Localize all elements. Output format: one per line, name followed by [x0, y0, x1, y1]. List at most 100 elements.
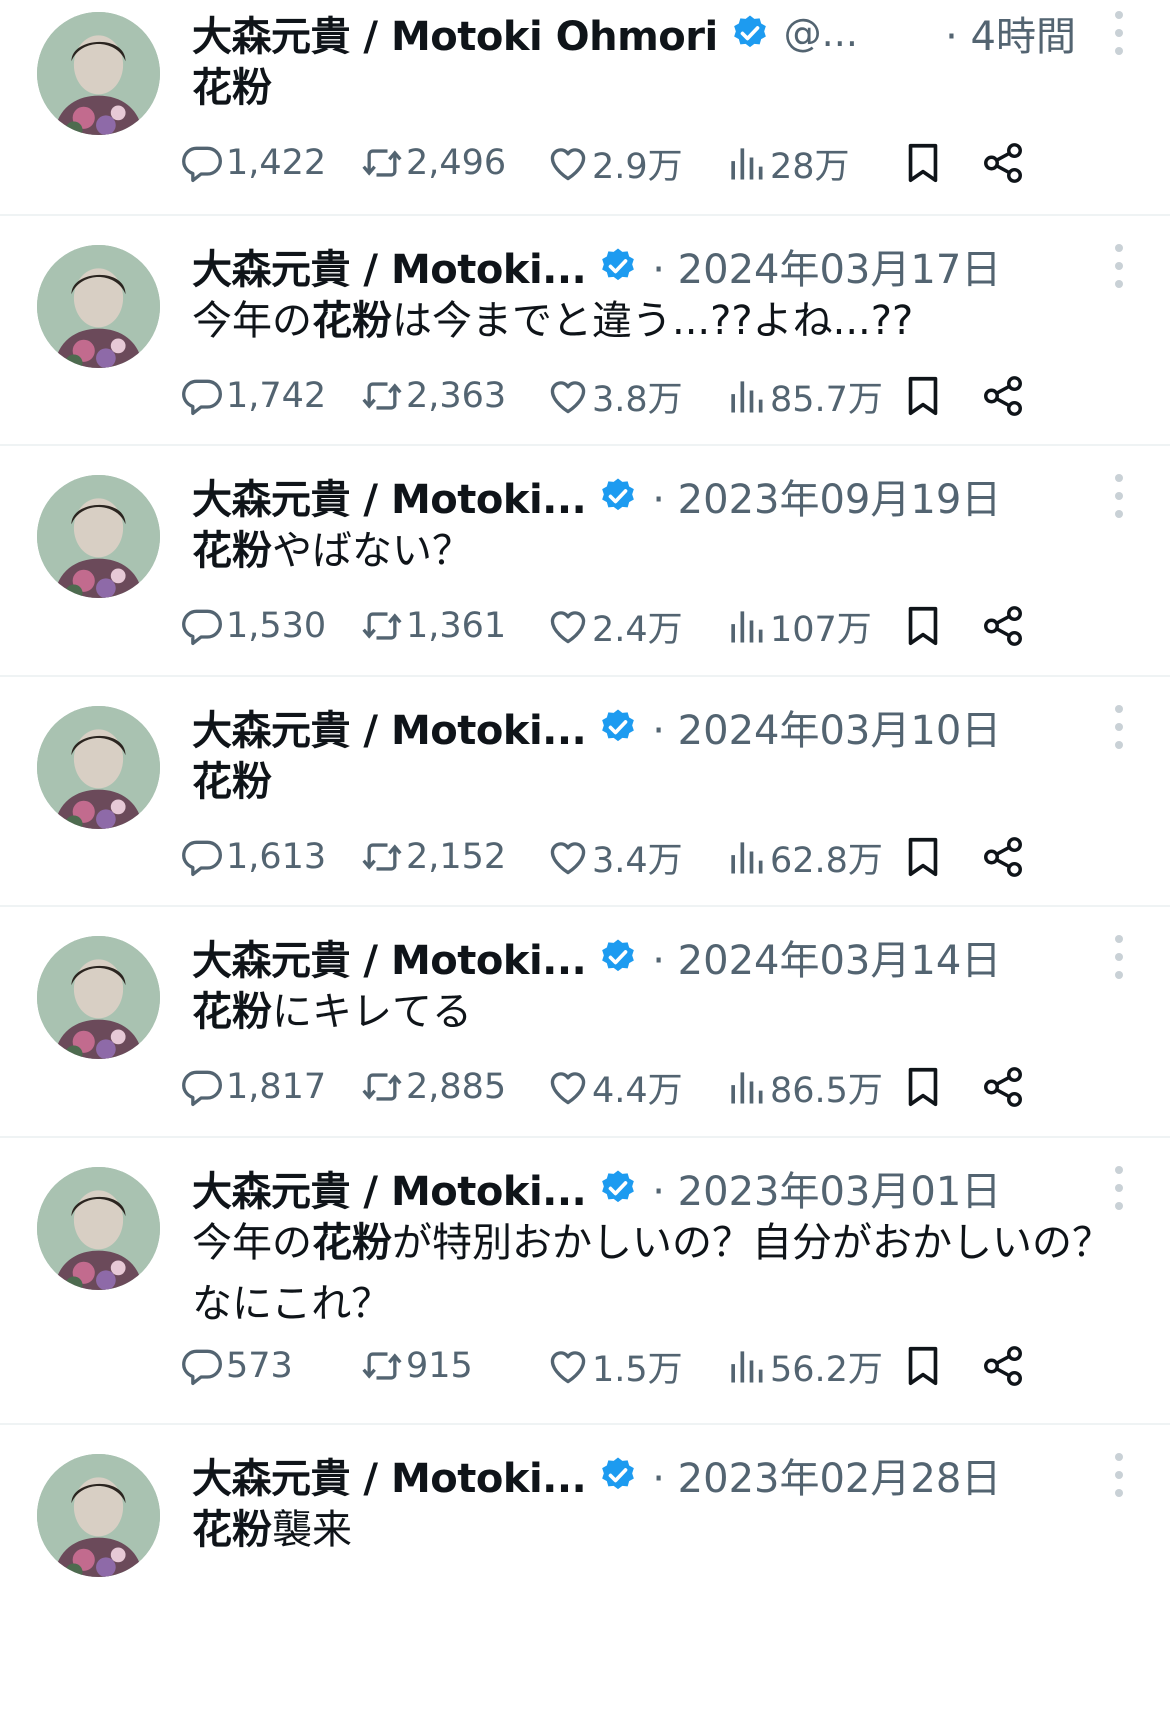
tweet-text: 花粉にキレてる: [192, 982, 1130, 1043]
avatar[interactable]: [37, 475, 160, 598]
like-icon: [546, 141, 590, 185]
tweet-text: 花粉: [192, 58, 1130, 119]
tweet-header: 大森元貴 / Motoki... · 2023年02月28日: [192, 1445, 1134, 1505]
avatar[interactable]: [37, 706, 160, 829]
bookmark-icon[interactable]: [900, 373, 946, 419]
avatar[interactable]: [37, 936, 160, 1059]
reply-icon: [180, 374, 224, 418]
retweet-button[interactable]: 915: [358, 1341, 473, 1391]
timestamp[interactable]: · 2023年09月19日: [652, 467, 1001, 525]
timestamp[interactable]: · 2024年03月17日: [652, 237, 1001, 295]
share-icon[interactable]: [980, 834, 1026, 880]
share-icon[interactable]: [980, 603, 1026, 649]
tweet[interactable]: 大森元貴 / Motoki... · 2023年02月28日 花粉襲来: [0, 1440, 1170, 1715]
tweet-text-prefix: 今年の: [192, 1220, 312, 1266]
more-icon[interactable]: [1104, 935, 1134, 979]
display-name[interactable]: 大森元貴 / Motoki...: [192, 467, 587, 525]
share-icon[interactable]: [980, 1343, 1026, 1389]
tweet[interactable]: 大森元貴 / Motoki Ohmori @... · 4時間 花粉 1,422 2,49…: [0, 0, 1170, 216]
verified-badge-icon: [598, 476, 638, 516]
like-icon: [546, 1344, 590, 1388]
more-icon[interactable]: [1104, 1166, 1134, 1210]
tweet-text-highlight: 花粉: [192, 989, 272, 1035]
like-count: 2.4万: [592, 609, 683, 650]
retweet-count: 2,363: [406, 376, 507, 416]
reply-button[interactable]: 1,613: [178, 832, 326, 882]
tweet[interactable]: 大森元貴 / Motoki... · 2023年03月01日 今年の花粉が特別おかし…: [0, 1153, 1170, 1425]
like-button[interactable]: 4.4万: [544, 1062, 683, 1112]
verified-badge-icon: [598, 937, 638, 977]
handle[interactable]: @...: [784, 11, 858, 55]
more-icon[interactable]: [1104, 1453, 1134, 1497]
like-button[interactable]: 3.8万: [544, 371, 683, 421]
bookmark-icon[interactable]: [900, 1064, 946, 1110]
tweet[interactable]: 大森元貴 / Motoki... · 2024年03月17日 今年の花粉は今までと違…: [0, 231, 1170, 446]
timestamp[interactable]: · 2024年03月10日: [652, 698, 1001, 756]
views-icon: [724, 141, 768, 185]
bookmark-icon[interactable]: [900, 140, 946, 186]
more-icon[interactable]: [1104, 11, 1134, 55]
more-icon[interactable]: [1104, 705, 1134, 749]
views-button[interactable]: 86.5万: [722, 1062, 883, 1112]
timestamp[interactable]: · 2024年03月14日: [652, 928, 1001, 986]
display-name[interactable]: 大森元貴 / Motoki...: [192, 237, 587, 295]
display-name[interactable]: 大森元貴 / Motoki...: [192, 1159, 587, 1217]
views-button[interactable]: 107万: [722, 601, 872, 651]
bookmark-icon[interactable]: [900, 834, 946, 880]
tweet-header: 大森元貴 / Motoki... · 2024年03月10日: [192, 697, 1134, 757]
tweet-text: 今年の花粉は今までと違う...??よね...??: [192, 291, 1130, 352]
avatar[interactable]: [37, 1167, 160, 1290]
tweet-actions: 1,613 2,152 3.4万 62.8万: [182, 832, 1132, 882]
reply-button[interactable]: 1,742: [178, 371, 326, 421]
retweet-button[interactable]: 2,496: [358, 138, 506, 188]
retweet-button[interactable]: 2,363: [358, 371, 506, 421]
display-name[interactable]: 大森元貴 / Motoki Ohmori: [192, 4, 718, 62]
tweet[interactable]: 大森元貴 / Motoki... · 2024年03月14日 花粉にキレてる 1,81…: [0, 922, 1170, 1138]
like-button[interactable]: 2.9万: [544, 138, 683, 188]
reply-button[interactable]: 1,422: [178, 138, 326, 188]
views-count: 85.7万: [770, 379, 883, 420]
more-icon[interactable]: [1104, 244, 1134, 288]
display-name[interactable]: 大森元貴 / Motoki...: [192, 1446, 587, 1504]
display-name[interactable]: 大森元貴 / Motoki...: [192, 698, 587, 756]
reply-button[interactable]: 1,817: [178, 1062, 326, 1112]
tweet-text-prefix: 今年の: [192, 298, 312, 344]
timestamp[interactable]: · 2023年02月28日: [652, 1446, 1001, 1504]
views-button[interactable]: 28万: [722, 138, 850, 188]
tweet[interactable]: 大森元貴 / Motoki... · 2023年09月19日 花粉やばない？ 1,53…: [0, 461, 1170, 677]
retweet-button[interactable]: 2,152: [358, 832, 506, 882]
timestamp[interactable]: · 4時間: [945, 4, 1076, 62]
tweet-actions: 1,817 2,885 4.4万 86.5万: [182, 1062, 1132, 1112]
views-button[interactable]: 85.7万: [722, 371, 883, 421]
avatar[interactable]: [37, 245, 160, 368]
retweet-button[interactable]: 2,885: [358, 1062, 506, 1112]
reply-icon: [180, 835, 224, 879]
like-button[interactable]: 1.5万: [544, 1341, 683, 1391]
more-icon[interactable]: [1104, 474, 1134, 518]
like-button[interactable]: 3.4万: [544, 832, 683, 882]
avatar[interactable]: [37, 12, 160, 135]
like-icon: [546, 374, 590, 418]
tweet-text: 今年の花粉が特別おかしいの？自分がおかしいの？なにこれ？: [192, 1213, 1130, 1335]
tweet[interactable]: 大森元貴 / Motoki... · 2024年03月10日 花粉 1,613 2,15…: [0, 692, 1170, 907]
share-icon[interactable]: [980, 373, 1026, 419]
reply-button[interactable]: 573: [178, 1341, 293, 1391]
tweet-actions: 1,422 2,496 2.9万 28万: [182, 138, 1132, 188]
bookmark-icon[interactable]: [900, 1343, 946, 1389]
tweet-header: 大森元貴 / Motoki... · 2024年03月14日: [192, 927, 1134, 987]
views-button[interactable]: 56.2万: [722, 1341, 883, 1391]
tweet-header: 大森元貴 / Motoki Ohmori @... · 4時間: [192, 3, 1134, 63]
views-button[interactable]: 62.8万: [722, 832, 883, 882]
tweet-text: 花粉やばない？: [192, 521, 1130, 582]
bookmark-icon[interactable]: [900, 603, 946, 649]
like-button[interactable]: 2.4万: [544, 601, 683, 651]
like-count: 2.9万: [592, 146, 683, 187]
display-name[interactable]: 大森元貴 / Motoki...: [192, 928, 587, 986]
share-icon[interactable]: [980, 1064, 1026, 1110]
retweet-button[interactable]: 1,361: [358, 601, 506, 651]
verified-badge-icon: [730, 13, 770, 53]
timestamp[interactable]: · 2023年03月01日: [652, 1159, 1001, 1217]
share-icon[interactable]: [980, 140, 1026, 186]
avatar[interactable]: [37, 1454, 160, 1577]
reply-button[interactable]: 1,530: [178, 601, 326, 651]
